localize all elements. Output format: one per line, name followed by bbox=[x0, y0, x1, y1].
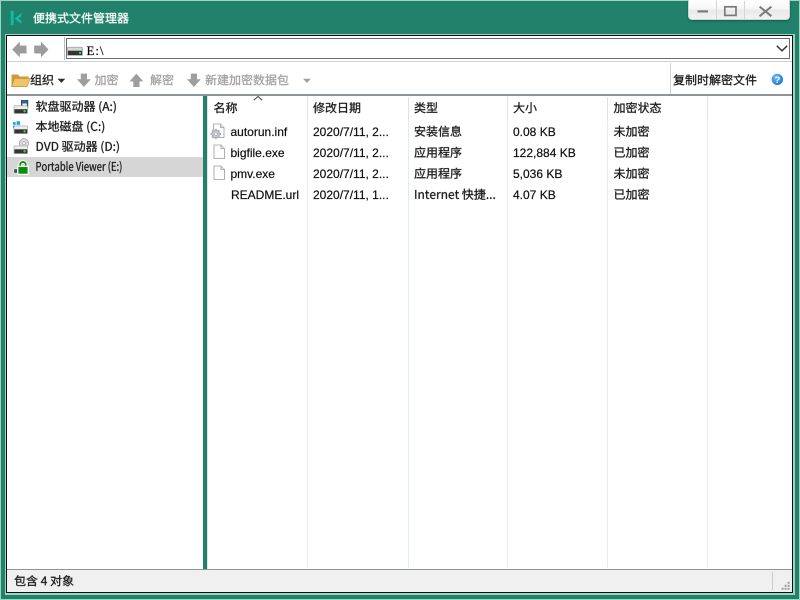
svg-text:?: ? bbox=[774, 75, 780, 86]
